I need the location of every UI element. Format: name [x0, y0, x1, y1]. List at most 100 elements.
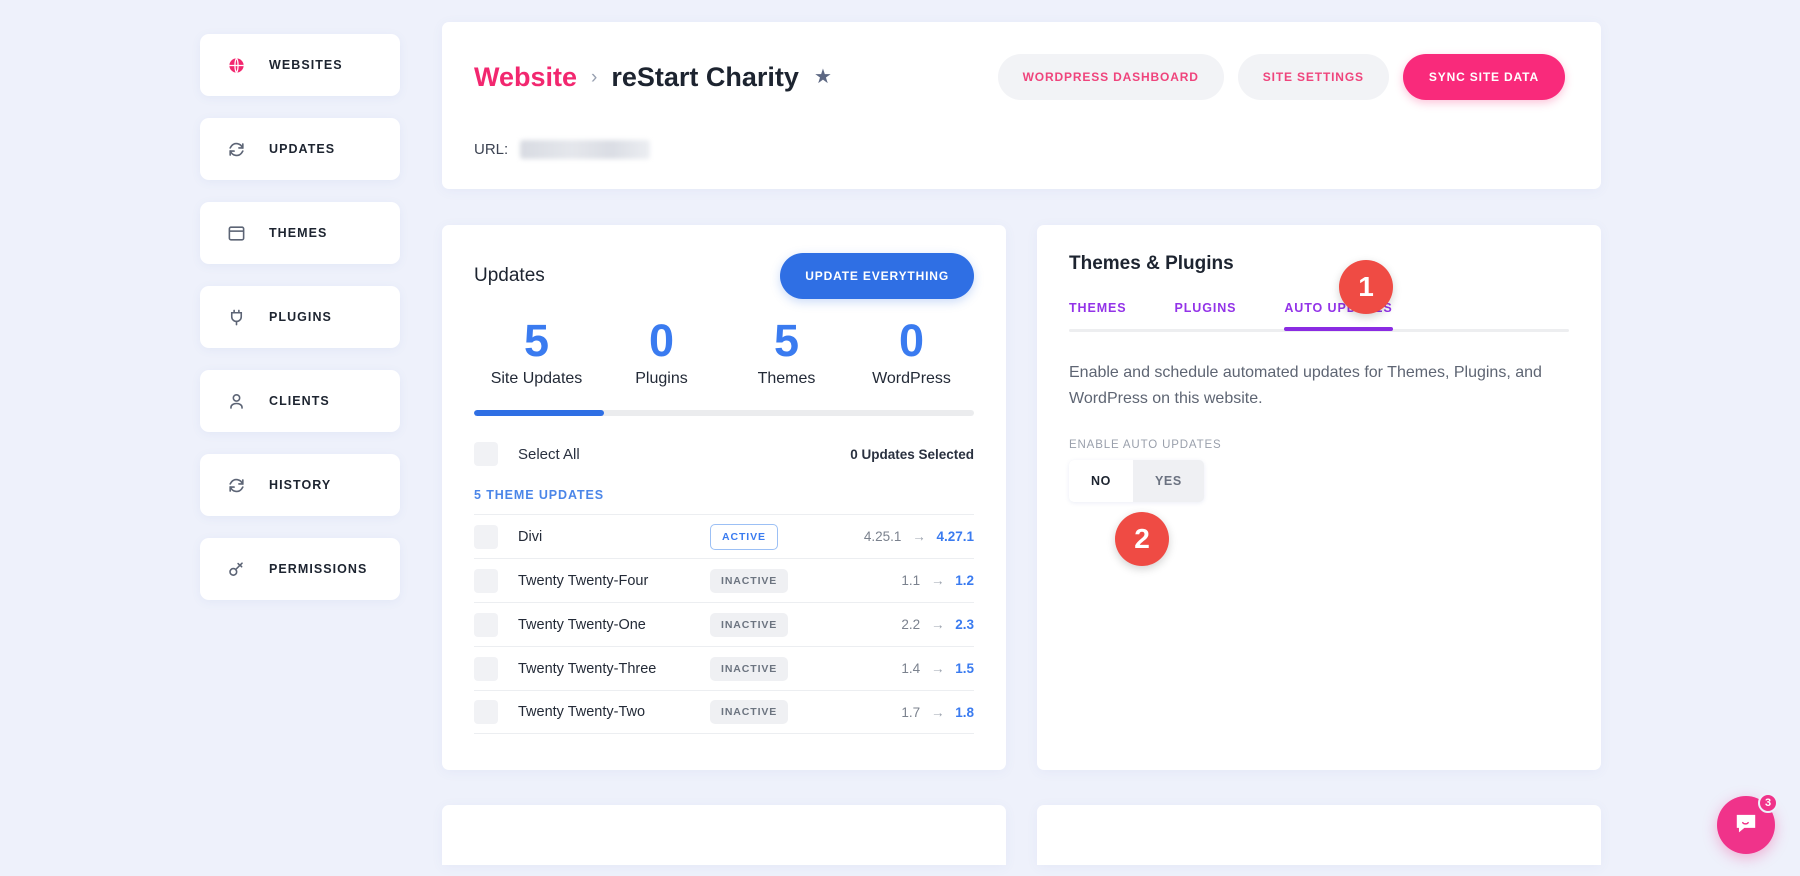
- row-name: Twenty Twenty-Three: [518, 660, 657, 677]
- star-icon[interactable]: ★: [814, 67, 832, 87]
- update-everything-button[interactable]: UPDATE EVERYTHING: [780, 253, 974, 299]
- sidebar-item-label: PERMISSIONS: [269, 562, 368, 576]
- sidebar-item-label: UPDATES: [269, 142, 336, 156]
- main-content: Website › reStart Charity ★ WORDPRESS DA…: [442, 0, 1800, 876]
- enable-auto-updates-toggle[interactable]: NO YES: [1069, 459, 1204, 502]
- select-all-control[interactable]: Select All: [474, 442, 580, 467]
- stat-label: Plugins: [635, 370, 688, 388]
- select-all-label: Select All: [518, 445, 580, 463]
- toggle-option-no[interactable]: NO: [1069, 459, 1133, 502]
- row-checkbox[interactable]: [474, 568, 498, 593]
- sidebar-item-history[interactable]: HISTORY: [200, 454, 400, 516]
- breadcrumb-link-website[interactable]: Website: [474, 62, 577, 93]
- dashboard-cards: Updates UPDATE EVERYTHING 5 Site Updates…: [442, 225, 1601, 771]
- row-name: Divi: [518, 528, 543, 545]
- url-value-redacted: [520, 140, 651, 159]
- callout-badge-1: 1: [1339, 260, 1393, 314]
- row-version: 1.7 → 1.8: [901, 705, 974, 720]
- url-row: URL:: [474, 140, 1565, 159]
- sync-site-data-button[interactable]: SYNC SITE DATA: [1402, 54, 1565, 100]
- row-checkbox[interactable]: [474, 656, 498, 681]
- arrow-right-icon: →: [930, 617, 945, 633]
- row-checkbox[interactable]: [474, 524, 498, 549]
- stat-value: 0: [648, 315, 675, 366]
- table-row[interactable]: Twenty Twenty-Two INACTIVE 1.7 → 1.8: [474, 690, 974, 735]
- table-row[interactable]: Twenty Twenty-Four INACTIVE 1.1 → 1.2: [474, 558, 974, 602]
- refresh-icon: [226, 139, 247, 160]
- row-name: Twenty Twenty-Four: [518, 572, 649, 589]
- themes-plugins-card: Themes & Plugins THEMES PLUGINS AUTO UPD…: [1037, 225, 1601, 771]
- header-actions: WORDPRESS DASHBOARD SITE SETTINGS SYNC S…: [997, 54, 1565, 100]
- row-name: Twenty Twenty-Two: [518, 704, 646, 721]
- sidebar-item-permissions[interactable]: PERMISSIONS: [200, 538, 400, 600]
- stat-label: Site Updates: [490, 370, 583, 388]
- select-all-checkbox[interactable]: [474, 442, 498, 467]
- version-from: 1.4: [901, 661, 921, 677]
- version-from: 2.2: [901, 617, 921, 633]
- sidebar-item-websites[interactable]: WEBSITES: [200, 34, 400, 96]
- table-row[interactable]: Twenty Twenty-Three INACTIVE 1.4 → 1.5: [474, 646, 974, 690]
- theme-updates-section-header: 5 THEME UPDATES: [474, 488, 604, 503]
- row-version: 1.1 → 1.2: [901, 573, 974, 588]
- table-row[interactable]: Twenty Twenty-One INACTIVE 2.2 → 2.3: [474, 602, 974, 646]
- row-version: 4.25.1 → 4.27.1: [864, 529, 974, 544]
- plug-icon: [226, 307, 247, 328]
- site-settings-button[interactable]: SITE SETTINGS: [1237, 54, 1389, 100]
- stat-value: 5: [523, 315, 550, 366]
- arrow-right-icon: →: [930, 661, 945, 677]
- sidebar: WEBSITES UPDATES THEMES PLUGINS CLIENTS …: [0, 0, 442, 876]
- arrow-right-icon: →: [930, 573, 945, 589]
- enable-auto-updates-label: ENABLE AUTO UPDATES: [1069, 438, 1222, 451]
- chat-launcher-button[interactable]: 3: [1717, 793, 1778, 854]
- row-checkbox[interactable]: [474, 612, 498, 637]
- version-from: 1.1: [901, 573, 921, 589]
- stat-label: Themes: [757, 370, 816, 388]
- updates-stats: 5 Site Updates 0 Plugins 5 Themes 0 Word…: [474, 317, 974, 388]
- stat-plugins: 0 Plugins: [599, 317, 724, 388]
- stat-site-updates: 5 Site Updates: [474, 317, 599, 388]
- sidebar-item-label: CLIENTS: [269, 394, 330, 408]
- stat-themes: 5 Themes: [724, 317, 849, 388]
- row-checkbox[interactable]: [474, 700, 498, 725]
- row-name: Twenty Twenty-One: [518, 616, 646, 633]
- status-badge: INACTIVE: [710, 568, 789, 593]
- site-header-card: Website › reStart Charity ★ WORDPRESS DA…: [442, 22, 1601, 189]
- status-badge: INACTIVE: [710, 700, 789, 725]
- tab-plugins[interactable]: PLUGINS: [1175, 301, 1237, 329]
- select-all-row: Select All 0 Updates Selected: [474, 442, 974, 467]
- row-version: 1.4 → 1.5: [901, 661, 974, 676]
- page-title: reStart Charity: [611, 61, 799, 92]
- toggle-option-yes[interactable]: YES: [1133, 460, 1204, 502]
- chevron-right-icon: ›: [591, 66, 598, 88]
- arrow-right-icon: →: [930, 704, 945, 720]
- breadcrumb: Website › reStart Charity ★: [474, 62, 832, 93]
- version-to: 1.2: [955, 573, 974, 589]
- wordpress-dashboard-button[interactable]: WORDPRESS DASHBOARD: [997, 54, 1224, 100]
- sidebar-item-updates[interactable]: UPDATES: [200, 118, 400, 180]
- bottom-cards-row: [442, 805, 1601, 866]
- sidebar-item-themes[interactable]: THEMES: [200, 202, 400, 264]
- updates-card-title: Updates: [474, 265, 545, 286]
- window-icon: [226, 223, 247, 244]
- updates-progress-bar: [474, 410, 974, 417]
- updates-progress-fill: [474, 410, 604, 417]
- stat-value: 5: [773, 315, 800, 366]
- refresh-icon: [226, 475, 247, 496]
- version-to: 4.27.1: [936, 529, 974, 545]
- bottom-card-right: [1037, 805, 1601, 866]
- tab-themes[interactable]: THEMES: [1069, 301, 1127, 329]
- sidebar-item-clients[interactable]: CLIENTS: [200, 370, 400, 432]
- sidebar-item-plugins[interactable]: PLUGINS: [200, 286, 400, 348]
- table-row[interactable]: Divi ACTIVE 4.25.1 → 4.27.1: [474, 514, 974, 558]
- themes-plugins-tabs: THEMES PLUGINS AUTO UPDATES: [1069, 301, 1569, 331]
- bottom-card-left: [442, 805, 1006, 866]
- selected-count: 0 Updates Selected: [850, 446, 974, 462]
- status-badge: INACTIVE: [710, 656, 789, 681]
- chat-unread-badge: 3: [1758, 793, 1778, 813]
- version-from: 4.25.1: [863, 529, 902, 545]
- user-icon: [226, 391, 247, 412]
- auto-updates-description: Enable and schedule automated updates fo…: [1069, 364, 1542, 408]
- app-root: WEBSITES UPDATES THEMES PLUGINS CLIENTS …: [0, 0, 1800, 876]
- url-label: URL:: [474, 141, 509, 158]
- sidebar-item-label: WEBSITES: [269, 58, 343, 72]
